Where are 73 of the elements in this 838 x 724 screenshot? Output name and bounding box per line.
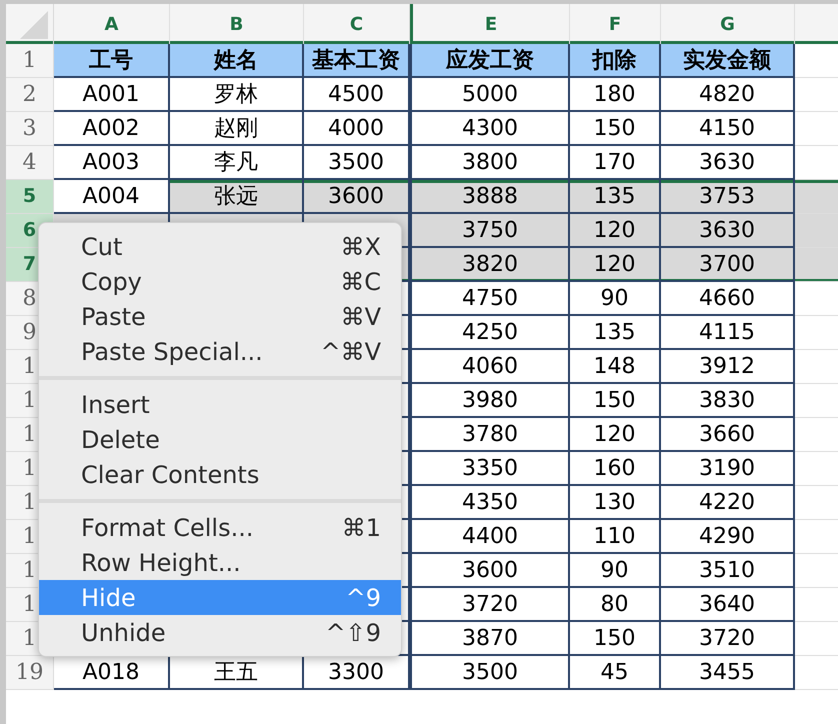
table-cell: 3870	[410, 622, 570, 656]
table-cell: 罗林	[170, 78, 304, 112]
table-cell: 80	[570, 588, 661, 622]
table-cell: 4750	[410, 282, 570, 316]
table-cell: A002	[54, 112, 170, 146]
table-cell: 160	[570, 452, 661, 486]
row-header[interactable]: 1	[6, 44, 54, 78]
corner-triangle-icon	[20, 11, 48, 39]
table-cell: 3820	[410, 248, 570, 282]
table-cell: 4115	[661, 316, 795, 350]
table-cell: A001	[54, 78, 170, 112]
table-cell: 90	[570, 554, 661, 588]
shortcut-text: ⌘V	[340, 302, 381, 332]
table-cell: 4000	[304, 112, 410, 146]
table-cell: A004	[54, 180, 170, 214]
shortcut-text: ^⌘V	[320, 336, 381, 368]
table-cell: 148	[570, 350, 661, 384]
table-cell: 3720	[410, 588, 570, 622]
shortcut-text: ⌘1	[342, 512, 381, 544]
row-header[interactable]: 19	[6, 656, 54, 690]
shortcut-text: ^9	[346, 582, 381, 614]
row-header[interactable]: 2	[6, 78, 54, 112]
shortcut-text: ⌘C	[340, 266, 381, 298]
table-cell: 180	[570, 78, 661, 112]
table-cell: 3455	[661, 656, 795, 690]
table-cell: 4400	[410, 520, 570, 554]
table-cell: 3912	[661, 350, 795, 384]
row-header[interactable]: 5	[6, 180, 54, 214]
table-cell: 3350	[410, 452, 570, 486]
table-cell: 3190	[661, 452, 795, 486]
table-cell: 3640	[661, 588, 795, 622]
table-cell: 4060	[410, 350, 570, 384]
table-cell: 110	[570, 520, 661, 554]
table-cell: 150	[570, 112, 661, 146]
table-cell: 5000	[410, 78, 570, 112]
table-cell: 3830	[661, 384, 795, 418]
header-cell: 扣除	[570, 44, 661, 78]
table-cell: 120	[570, 418, 661, 452]
row-header[interactable]: 3	[6, 112, 54, 146]
menu-item[interactable]: Hide ^9	[39, 580, 401, 615]
table-cell: 3600	[410, 554, 570, 588]
table-cell: 3720	[661, 622, 795, 656]
table-cell: 3780	[410, 418, 570, 452]
table-cell: 4290	[661, 520, 795, 554]
table-cell: 120	[570, 248, 661, 282]
table-cell: 3510	[661, 554, 795, 588]
header-cell: 工号	[54, 44, 170, 78]
table-cell: 130	[570, 486, 661, 520]
table-cell: 4660	[661, 282, 795, 316]
table-cell: 45	[570, 656, 661, 690]
shortcut-text: ^⇧9	[326, 618, 381, 648]
table-cell: 3980	[410, 384, 570, 418]
table-cell: 90	[570, 282, 661, 316]
header-cell: 基本工资	[304, 44, 410, 78]
shortcut-text: ⌘X	[340, 232, 381, 262]
header-cell: 应发工资	[410, 44, 570, 78]
table-cell: 3660	[661, 418, 795, 452]
table-cell: 4150	[661, 112, 795, 146]
table-cell: 135	[570, 316, 661, 350]
row-header[interactable]: 4	[6, 146, 54, 180]
table-cell: 4350	[410, 486, 570, 520]
table-cell: 4820	[661, 78, 795, 112]
header-cell: 姓名	[170, 44, 304, 78]
table-cell: 4300	[410, 112, 570, 146]
table-cell: 3500	[410, 656, 570, 690]
table-cell: 4220	[661, 486, 795, 520]
table-cell: 150	[570, 384, 661, 418]
header-cell: 实发金额	[661, 44, 795, 78]
table-cell: 赵刚	[170, 112, 304, 146]
table-cell: 4250	[410, 316, 570, 350]
table-cell: 4500	[304, 78, 410, 112]
table-cell: 3700	[661, 248, 795, 282]
table-cell: 150	[570, 622, 661, 656]
